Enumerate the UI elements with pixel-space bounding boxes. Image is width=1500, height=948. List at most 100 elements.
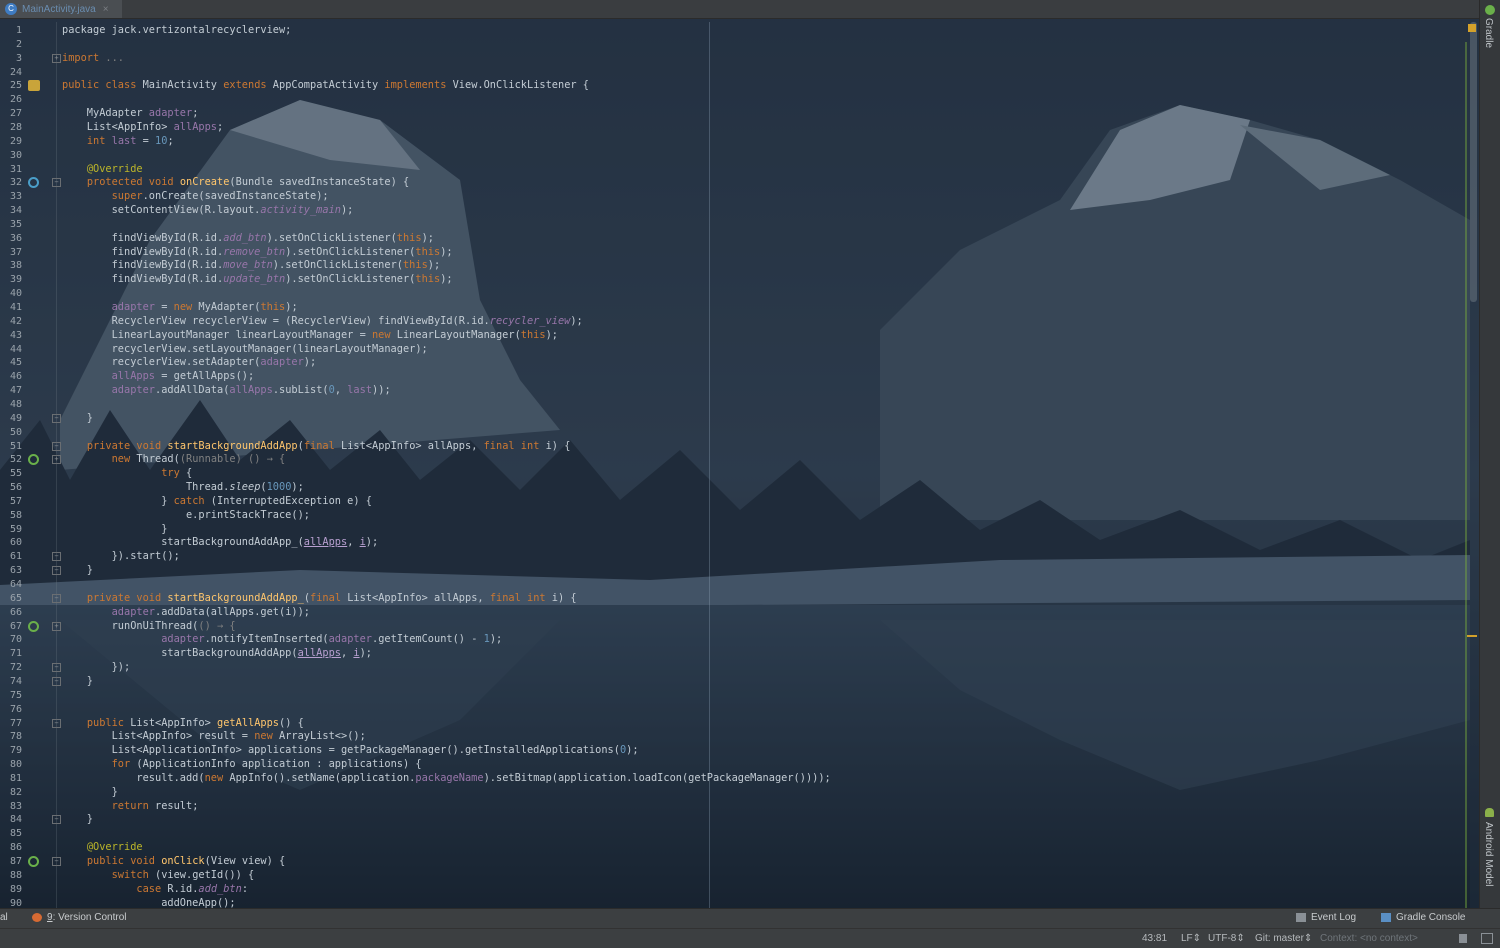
code-line[interactable]: }).start();	[62, 550, 180, 563]
android-icon	[1485, 808, 1494, 817]
code-line[interactable]: }	[62, 813, 93, 826]
tab-label: MainActivity.java	[22, 3, 96, 15]
right-tool-strip: Gradle Android Model	[1479, 0, 1500, 908]
android-model-tool-window-button[interactable]: Android Model	[1483, 822, 1494, 886]
code-line[interactable]: public void onClick(View view) {	[62, 855, 285, 868]
code-line[interactable]: findViewById(R.id.move_btn).setOnClickLi…	[62, 259, 441, 272]
caret-position[interactable]: 43:81	[1142, 933, 1167, 944]
gradle-tool-window-button[interactable]: Gradle	[1483, 18, 1494, 48]
tool-window-bar: al 9 : Version Control Event Log Gradle …	[0, 908, 1500, 929]
code-line[interactable]: MyAdapter adapter;	[62, 107, 199, 120]
gradle-console-label: Gradle Console	[1396, 912, 1466, 923]
terminal-tool-button[interactable]: al	[0, 912, 8, 923]
encoding-selector[interactable]: UTF-8⇕	[1208, 933, 1245, 944]
code-line[interactable]: protected void onCreate(Bundle savedInst…	[62, 176, 409, 189]
code-line[interactable]: for (ApplicationInfo application : appli…	[62, 758, 422, 771]
gradle-console-tool-button[interactable]: Gradle Console	[1381, 912, 1465, 923]
code-line[interactable]: switch (view.getId()) {	[62, 869, 255, 882]
code-line[interactable]: Thread.sleep(1000);	[62, 481, 304, 494]
close-icon[interactable]: ×	[103, 4, 109, 15]
code-line[interactable]: adapter.addData(allApps.get(i));	[62, 606, 310, 619]
fold-toggle-icon[interactable]: +	[52, 455, 61, 465]
code-line[interactable]: LinearLayoutManager linearLayoutManager …	[62, 329, 558, 342]
fold-toggle-icon[interactable]: −	[52, 441, 61, 451]
code-line[interactable]: List<AppInfo> result = new ArrayList<>()…	[62, 730, 366, 743]
code-line[interactable]: startBackgroundAddApp(allApps, i);	[62, 647, 372, 660]
code-line[interactable]: new Thread((Runnable) () → {	[62, 453, 286, 466]
code-line[interactable]: List<AppInfo> allApps;	[62, 121, 223, 134]
tab-mainactivity[interactable]: C MainActivity.java ×	[0, 0, 122, 18]
code-line[interactable]: setContentView(R.layout.activity_main);	[62, 204, 354, 217]
inspector-icon[interactable]	[1481, 933, 1493, 944]
code-line[interactable]: public class MainActivity extends AppCom…	[62, 79, 589, 92]
fold-toggle-icon[interactable]: −	[52, 593, 61, 603]
version-control-tool-button[interactable]: 9 : Version Control	[32, 912, 127, 923]
override-gutter-icon[interactable]	[28, 621, 39, 632]
code-line[interactable]: super.onCreate(savedInstanceState);	[62, 190, 329, 203]
fold-toggle-icon[interactable]: −	[52, 663, 61, 673]
code-line[interactable]: runOnUiThread(() → {	[62, 620, 236, 633]
vcs-icon	[32, 913, 42, 922]
code-line[interactable]: adapter.addAllData(allApps.subList(0, la…	[62, 384, 391, 397]
code-line[interactable]: result.add(new AppInfo().setName(applica…	[62, 772, 830, 785]
code-line[interactable]: package jack.vertizontalrecyclerview;	[62, 24, 291, 37]
code-line[interactable]: startBackgroundAddApp_(allApps, i);	[62, 536, 378, 549]
code-line[interactable]: recyclerView.setLayoutManager(linearLayo…	[62, 343, 428, 356]
fold-toggle-icon[interactable]: +	[52, 53, 61, 63]
code-line[interactable]: }	[62, 412, 93, 425]
code-line[interactable]: }	[62, 564, 93, 577]
override-gutter-icon[interactable]	[28, 177, 39, 188]
code-line[interactable]: adapter = new MyAdapter(this);	[62, 301, 298, 314]
override-gutter-icon[interactable]	[28, 856, 39, 867]
code-line[interactable]: recyclerView.setAdapter(adapter);	[62, 356, 317, 369]
code-line[interactable]: private void startBackgroundAddApp(final…	[62, 440, 571, 453]
vcs-change-indicator	[1465, 42, 1467, 908]
editor-scrollbar[interactable]	[1470, 22, 1477, 302]
implements-gutter-icon[interactable]	[28, 80, 40, 91]
code-line[interactable]: case R.id.add_btn:	[62, 883, 248, 896]
fold-toggle-icon[interactable]: −	[52, 566, 61, 576]
fold-toggle-icon[interactable]: −	[52, 413, 61, 423]
code-line[interactable]: }	[62, 786, 118, 799]
code-line[interactable]: return result;	[62, 800, 199, 813]
warning-marker[interactable]	[1468, 24, 1476, 32]
override-gutter-icon[interactable]	[28, 454, 39, 465]
error-stripe-marker[interactable]	[1467, 635, 1477, 637]
code-line[interactable]: findViewById(R.id.update_btn).setOnClick…	[62, 273, 453, 286]
code-line[interactable]: int last = 10;	[62, 135, 174, 148]
context-indicator[interactable]: Context: <no context>	[1320, 933, 1418, 944]
fold-toggle-icon[interactable]: −	[52, 552, 61, 562]
fold-toggle-icon[interactable]: −	[52, 857, 61, 866]
code-line[interactable]: List<ApplicationInfo> applications = get…	[62, 744, 639, 757]
fold-toggle-icon[interactable]: +	[52, 621, 61, 631]
line-separator-selector[interactable]: LF⇕	[1181, 933, 1201, 944]
fold-toggle-icon[interactable]: −	[52, 676, 61, 686]
code-line[interactable]: adapter.notifyItemInserted(adapter.getIt…	[62, 633, 502, 646]
code-line[interactable]: try {	[62, 467, 192, 480]
terminal-label: al	[0, 912, 8, 923]
code-line[interactable]: allApps = getAllApps();	[62, 370, 255, 383]
event-log-tool-button[interactable]: Event Log	[1296, 912, 1356, 923]
code-line[interactable]: public List<AppInfo> getAllApps() {	[62, 717, 304, 730]
code-line[interactable]: private void startBackgroundAddApp_(fina…	[62, 592, 577, 605]
fold-toggle-icon[interactable]: −	[52, 178, 61, 188]
code-line[interactable]: RecyclerView recyclerView = (RecyclerVie…	[62, 315, 583, 328]
git-branch-selector[interactable]: Git: master⇕	[1255, 933, 1312, 944]
code-line[interactable]: @Override	[62, 163, 143, 176]
code-line[interactable]: @Override	[62, 841, 143, 854]
code-line[interactable]: });	[62, 661, 131, 674]
code-line[interactable]: e.printStackTrace();	[62, 509, 310, 522]
version-control-label: : Version Control	[52, 912, 127, 923]
code-line[interactable]: } catch (InterruptedException e) {	[62, 495, 372, 508]
editor-tab-bar: C MainActivity.java ×	[0, 0, 1500, 19]
fold-toggle-icon[interactable]: −	[52, 815, 61, 825]
code-line[interactable]: findViewById(R.id.remove_btn).setOnClick…	[62, 246, 453, 259]
code-line[interactable]: }	[62, 675, 93, 688]
code-line[interactable]: findViewById(R.id.add_btn).setOnClickLis…	[62, 232, 434, 245]
code-editor[interactable]: package jack.vertizontalrecyclerview; imp…	[0, 22, 1470, 909]
code-line[interactable]: import ...	[62, 52, 124, 65]
code-line[interactable]: }	[62, 523, 167, 536]
fold-toggle-icon[interactable]: −	[52, 718, 61, 728]
lock-icon[interactable]	[1459, 934, 1467, 943]
status-bar: 43:81 LF⇕ UTF-8⇕ Git: master⇕ Context: <…	[0, 928, 1500, 948]
